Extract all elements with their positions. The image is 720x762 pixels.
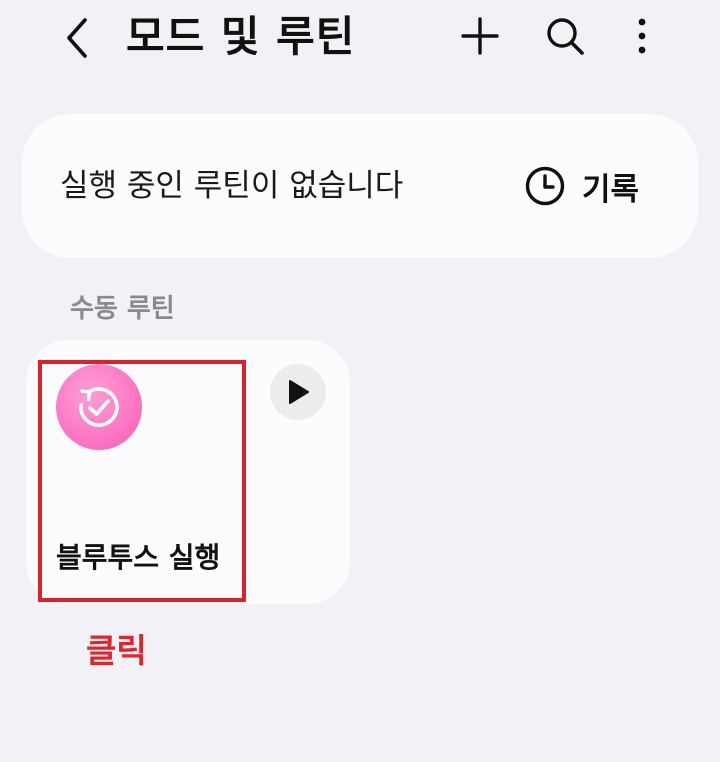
history-button[interactable]: 기록 bbox=[524, 160, 639, 212]
section-label-manual-routines: 수동 루틴 bbox=[70, 294, 175, 324]
routine-card-bluetooth[interactable]: 블루투스 실행 bbox=[26, 340, 350, 604]
plus-icon bbox=[461, 17, 499, 55]
no-running-routines-text: 실행 중인 루틴이 없습니다 bbox=[60, 168, 404, 204]
app-header: 모드 및 루틴 bbox=[0, 0, 720, 80]
history-label: 기록 bbox=[582, 171, 640, 208]
routine-check-icon bbox=[56, 364, 142, 450]
back-button[interactable] bbox=[56, 16, 96, 60]
play-icon bbox=[289, 380, 309, 404]
more-vertical-icon bbox=[638, 18, 646, 54]
routine-name: 블루투스 실행 bbox=[56, 541, 221, 574]
running-status-card: 실행 중인 루틴이 없습니다 기록 bbox=[22, 114, 698, 258]
click-annotation: 클릭 bbox=[86, 631, 147, 670]
search-icon bbox=[547, 18, 584, 55]
search-button[interactable] bbox=[543, 14, 587, 58]
add-button[interactable] bbox=[458, 14, 502, 58]
clock-icon bbox=[525, 166, 565, 206]
chevron-left-icon bbox=[67, 18, 87, 58]
run-routine-button[interactable] bbox=[270, 364, 326, 420]
page-title: 모드 및 루틴 bbox=[126, 12, 356, 61]
more-options-button[interactable] bbox=[620, 14, 664, 58]
